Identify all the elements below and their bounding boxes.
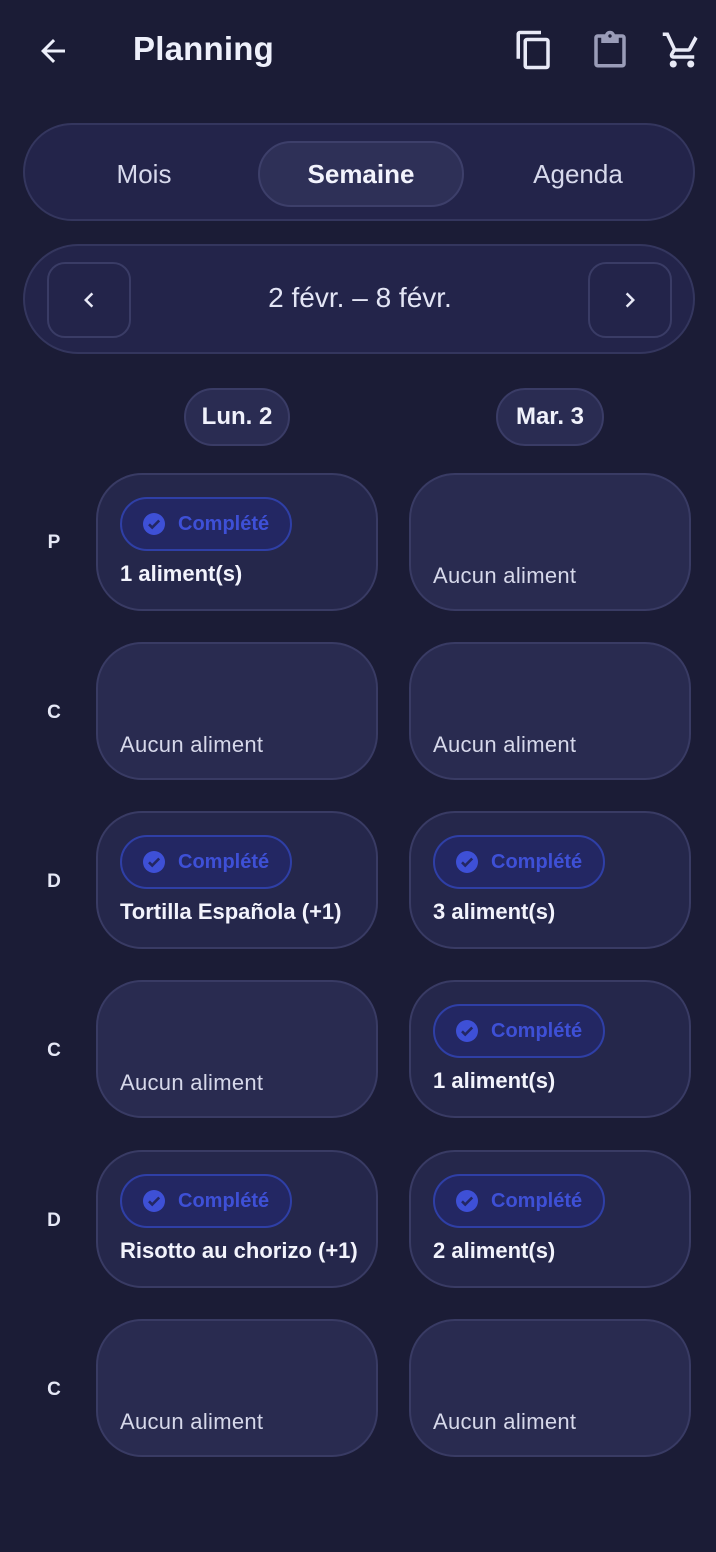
meal-cell[interactable]: Aucun aliment [409,473,691,611]
status-badge: Complété [120,835,292,889]
meal-cell[interactable]: Aucun aliment [409,1319,691,1457]
meal-cell[interactable]: Aucun aliment [409,642,691,780]
day-header-tuesday: Mar. 3 [496,388,604,446]
view-selector: Mois Semaine Agenda [23,123,695,221]
meal-row-label: D [47,1210,61,1231]
tab-agenda[interactable]: Agenda [473,141,683,207]
meal-summary: 1 aliment(s) [120,561,243,586]
meal-cell[interactable]: Complété 1 aliment(s) [96,473,378,611]
app-bar: Planning [0,0,716,100]
page-title: Planning [133,30,274,67]
status-badge: Complété [433,1004,605,1058]
check-circle-icon [143,513,165,535]
chevron-left-icon [84,292,94,308]
status-badge: Complété [433,835,605,889]
meal-summary: 1 aliment(s) [433,1068,556,1093]
meal-cell[interactable]: Aucun aliment [96,642,378,780]
tab-semaine[interactable]: Semaine [258,141,464,207]
empty-meal-text: Aucun aliment [433,563,577,588]
meal-cell[interactable]: Complété 3 aliment(s) [409,811,691,949]
meal-cell[interactable]: Complété Risotto au chorizo (+1) [96,1150,378,1288]
status-badge: Complété [433,1174,605,1228]
empty-meal-text: Aucun aliment [433,732,577,757]
check-circle-icon [456,851,478,873]
next-week-button[interactable] [588,262,672,338]
clipboard-icon [594,30,626,68]
meal-cell[interactable]: Aucun aliment [96,980,378,1118]
empty-meal-text: Aucun aliment [120,1409,264,1434]
empty-meal-text: Aucun aliment [120,732,264,757]
meal-cell[interactable]: Complété Tortilla Española (+1) [96,811,378,949]
meal-cell[interactable]: Complété 1 aliment(s) [409,980,691,1118]
status-badge: Complété [120,1174,292,1228]
meal-summary: 3 aliment(s) [433,899,556,924]
check-circle-icon [143,1190,165,1212]
meal-row-label: C [47,1379,61,1400]
meal-row-label: C [47,1040,61,1061]
meal-cell[interactable]: Complété 2 aliment(s) [409,1150,691,1288]
back-button[interactable] [24,22,82,80]
status-badge: Complété [120,497,292,551]
empty-meal-text: Aucun aliment [433,1409,577,1434]
meal-summary: Risotto au chorizo (+1) [120,1238,358,1263]
check-circle-icon [456,1020,478,1042]
check-circle-icon [143,851,165,873]
meal-cell[interactable]: Aucun aliment [96,1319,378,1457]
paste-button[interactable] [582,22,638,78]
cart-icon [662,32,698,68]
previous-week-button[interactable] [47,262,131,338]
meal-row-label: C [47,702,61,723]
meal-row-label: D [47,871,61,892]
empty-meal-text: Aucun aliment [120,1070,264,1095]
meal-row-label: P [47,532,61,553]
copy-button[interactable] [506,22,562,78]
cart-button[interactable] [654,22,710,78]
week-navigator: 2 févr. – 8 févr. [23,244,695,354]
arrow-back-icon [41,39,65,63]
check-circle-icon [456,1190,478,1212]
meal-summary: 2 aliment(s) [433,1238,556,1263]
day-header-monday: Lun. 2 [184,388,290,446]
week-range: 2 févr. – 8 févr. [268,282,452,313]
copy-icon [516,30,550,70]
meal-summary: Tortilla Española (+1) [120,899,342,924]
tab-mois[interactable]: Mois [39,141,249,207]
chevron-right-icon [625,292,635,308]
